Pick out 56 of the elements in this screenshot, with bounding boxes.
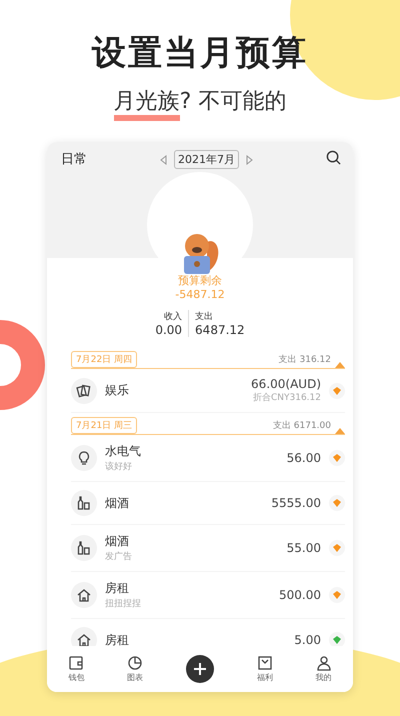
collapse-icon[interactable] [335, 362, 345, 368]
transaction-row[interactable]: 娱乐 66.00(AUD) 折合CNY316.12 [71, 369, 345, 413]
date-tag: 7月22日 周四 [71, 351, 138, 368]
house-icon [76, 632, 92, 646]
income-value: 0.00 [155, 323, 182, 337]
bottles-icon [76, 540, 92, 556]
nav-tab[interactable]: 钱包 [68, 655, 84, 683]
add-button[interactable] [186, 655, 214, 683]
month-selector[interactable]: 2021年7月 [174, 150, 239, 169]
amount: 5.00 [294, 633, 321, 646]
amount: 66.00(AUD) [251, 377, 321, 391]
transaction-note: 扭扭捏捏 [105, 598, 142, 610]
amount: 55.00 [286, 541, 321, 555]
amount: 5555.00 [271, 496, 321, 510]
book-title[interactable]: 日常 [61, 150, 87, 168]
expense-label: 支出 [195, 310, 214, 323]
transaction-row[interactable]: 烟酒 发广告 55.00 [71, 525, 345, 572]
day-total: 支出 316.12 [278, 354, 331, 366]
category-name: 水电气 [105, 443, 142, 460]
expense-value: 6487.12 [195, 323, 245, 337]
search-icon[interactable] [326, 150, 341, 165]
budget-label: 预算剩余 [178, 274, 222, 288]
transaction-row[interactable]: 烟酒 5555.00 [71, 482, 345, 525]
day-total: 支出 6171.00 [272, 420, 331, 432]
amount: 56.00 [286, 451, 321, 465]
category-name: 房租 [105, 632, 130, 646]
transaction-note: 发广告 [105, 550, 133, 563]
date-tag: 7月21日 周三 [71, 417, 138, 434]
converted-amount: 折合CNY316.12 [252, 392, 321, 404]
nav-tab[interactable]: 我的 [316, 655, 332, 683]
transaction-row[interactable]: 房租 扭扭捏捏 500.00 [71, 572, 345, 619]
pie-chart-icon [127, 655, 144, 671]
collapse-icon[interactable] [335, 428, 345, 434]
category-name: 房租 [105, 580, 130, 597]
bottles-icon [76, 495, 92, 511]
nav-tab[interactable]: 图表 [127, 655, 144, 683]
bag-icon [256, 655, 273, 671]
transaction-note: 该好好 [105, 460, 133, 473]
lightbulb-icon [76, 450, 92, 466]
category-name: 烟酒 [105, 494, 130, 512]
plus-icon [192, 662, 207, 676]
income-label: 收入 [164, 310, 182, 323]
prev-icon[interactable] [160, 154, 168, 164]
category-name: 烟酒 [105, 533, 130, 550]
category-name: 娱乐 [105, 382, 130, 399]
next-icon[interactable] [245, 154, 253, 164]
nav-tab[interactable]: 福利 [256, 655, 273, 683]
house-icon [76, 587, 92, 603]
subtitle: 月光族? 不可能的 [114, 86, 286, 124]
headline: 设置当月预算 [92, 32, 308, 75]
user-icon [316, 655, 332, 671]
budget-remaining: -5487.12 [175, 288, 225, 302]
cards-icon [76, 382, 92, 398]
transaction-row[interactable]: 水电气 该好好 56.00 [71, 435, 345, 482]
amount: 500.00 [279, 588, 321, 602]
wallet-icon [68, 655, 84, 671]
